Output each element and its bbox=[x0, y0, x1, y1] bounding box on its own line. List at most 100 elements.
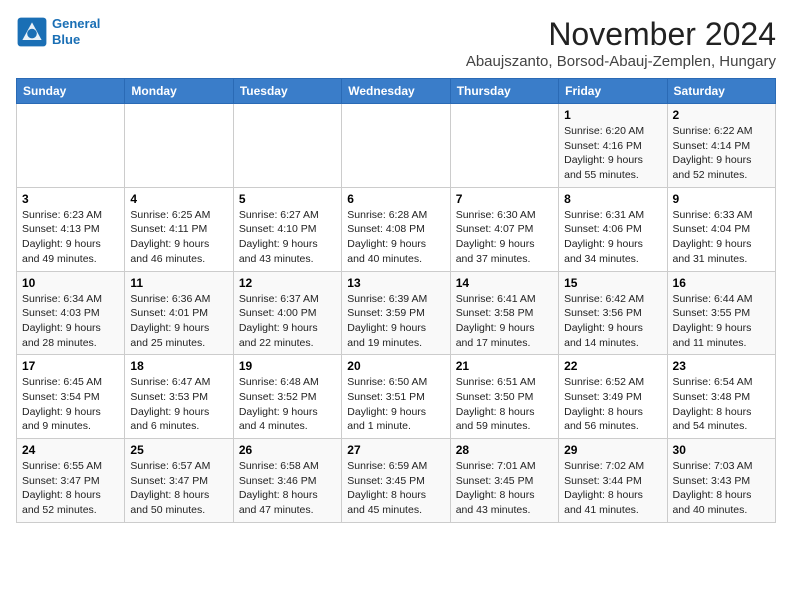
day-info: Sunrise: 6:33 AMSunset: 4:04 PMDaylight:… bbox=[673, 208, 770, 267]
calendar-cell: 26 Sunrise: 6:58 AMSunset: 3:46 PMDayligh… bbox=[233, 439, 341, 523]
day-number: 9 bbox=[673, 192, 770, 206]
day-info: Sunrise: 6:34 AMSunset: 4:03 PMDaylight:… bbox=[22, 292, 119, 351]
calendar-cell: 24 Sunrise: 6:55 AMSunset: 3:47 PMDayligh… bbox=[17, 439, 125, 523]
day-info: Sunrise: 6:50 AMSunset: 3:51 PMDaylight:… bbox=[347, 375, 444, 434]
day-info: Sunrise: 6:20 AMSunset: 4:16 PMDaylight:… bbox=[564, 124, 661, 183]
calendar-cell: 19 Sunrise: 6:48 AMSunset: 3:52 PMDayligh… bbox=[233, 355, 341, 439]
weekday-header-tuesday: Tuesday bbox=[233, 79, 341, 104]
calendar-body: 1Sunrise: 6:20 AMSunset: 4:16 PMDaylight… bbox=[17, 104, 776, 523]
day-number: 10 bbox=[22, 276, 119, 290]
calendar-cell: 9 Sunrise: 6:33 AMSunset: 4:04 PMDaylight… bbox=[667, 187, 775, 271]
day-info: Sunrise: 6:27 AMSunset: 4:10 PMDaylight:… bbox=[239, 208, 336, 267]
day-info: Sunrise: 6:36 AMSunset: 4:01 PMDaylight:… bbox=[130, 292, 227, 351]
logo: General Blue bbox=[16, 16, 100, 48]
day-info: Sunrise: 6:55 AMSunset: 3:47 PMDaylight:… bbox=[22, 459, 119, 518]
calendar-cell: 27 Sunrise: 6:59 AMSunset: 3:45 PMDayligh… bbox=[342, 439, 450, 523]
day-number: 15 bbox=[564, 276, 661, 290]
day-number: 25 bbox=[130, 443, 227, 457]
day-number: 23 bbox=[673, 359, 770, 373]
weekday-header-friday: Friday bbox=[559, 79, 667, 104]
calendar-cell bbox=[450, 104, 558, 188]
day-info: Sunrise: 6:59 AMSunset: 3:45 PMDaylight:… bbox=[347, 459, 444, 518]
calendar-cell: 17 Sunrise: 6:45 AMSunset: 3:54 PMDayligh… bbox=[17, 355, 125, 439]
calendar-cell: 2Sunrise: 6:22 AMSunset: 4:14 PMDaylight… bbox=[667, 104, 775, 188]
day-number: 22 bbox=[564, 359, 661, 373]
calendar-week-2: 3 Sunrise: 6:23 AMSunset: 4:13 PMDaylight… bbox=[17, 187, 776, 271]
calendar-cell: 7 Sunrise: 6:30 AMSunset: 4:07 PMDaylight… bbox=[450, 187, 558, 271]
day-number: 6 bbox=[347, 192, 444, 206]
day-info: Sunrise: 6:45 AMSunset: 3:54 PMDaylight:… bbox=[22, 375, 119, 434]
calendar-cell: 28Sunrise: 7:01 AMSunset: 3:45 PMDayligh… bbox=[450, 439, 558, 523]
day-number: 17 bbox=[22, 359, 119, 373]
day-number: 26 bbox=[239, 443, 336, 457]
calendar-cell: 22 Sunrise: 6:52 AMSunset: 3:49 PMDayligh… bbox=[559, 355, 667, 439]
weekday-header-saturday: Saturday bbox=[667, 79, 775, 104]
day-info: Sunrise: 6:54 AMSunset: 3:48 PMDaylight:… bbox=[673, 375, 770, 434]
calendar-cell: 23 Sunrise: 6:54 AMSunset: 3:48 PMDayligh… bbox=[667, 355, 775, 439]
day-number: 11 bbox=[130, 276, 227, 290]
calendar-week-1: 1Sunrise: 6:20 AMSunset: 4:16 PMDaylight… bbox=[17, 104, 776, 188]
day-info: Sunrise: 6:47 AMSunset: 3:53 PMDaylight:… bbox=[130, 375, 227, 434]
day-number: 8 bbox=[564, 192, 661, 206]
calendar-cell: 1Sunrise: 6:20 AMSunset: 4:16 PMDaylight… bbox=[559, 104, 667, 188]
day-number: 27 bbox=[347, 443, 444, 457]
calendar-cell: 18 Sunrise: 6:47 AMSunset: 3:53 PMDayligh… bbox=[125, 355, 233, 439]
calendar-cell: 12 Sunrise: 6:37 AMSunset: 4:00 PMDayligh… bbox=[233, 271, 341, 355]
day-number: 16 bbox=[673, 276, 770, 290]
calendar-cell bbox=[125, 104, 233, 188]
calendar-cell: 10 Sunrise: 6:34 AMSunset: 4:03 PMDayligh… bbox=[17, 271, 125, 355]
calendar-table: SundayMondayTuesdayWednesdayThursdayFrid… bbox=[16, 78, 776, 523]
day-number: 3 bbox=[22, 192, 119, 206]
calendar-cell: 3 Sunrise: 6:23 AMSunset: 4:13 PMDaylight… bbox=[17, 187, 125, 271]
calendar-cell: 30Sunrise: 7:03 AMSunset: 3:43 PMDayligh… bbox=[667, 439, 775, 523]
day-number: 24 bbox=[22, 443, 119, 457]
day-info: Sunrise: 6:57 AMSunset: 3:47 PMDaylight:… bbox=[130, 459, 227, 518]
title-block: November 2024 Abaujszanto, Borsod-Abauj-… bbox=[466, 16, 776, 70]
day-info: Sunrise: 6:31 AMSunset: 4:06 PMDaylight:… bbox=[564, 208, 661, 267]
calendar-header: SundayMondayTuesdayWednesdayThursdayFrid… bbox=[17, 79, 776, 104]
day-number: 28 bbox=[456, 443, 553, 457]
weekday-header-wednesday: Wednesday bbox=[342, 79, 450, 104]
calendar-cell: 11 Sunrise: 6:36 AMSunset: 4:01 PMDayligh… bbox=[125, 271, 233, 355]
calendar-week-4: 17 Sunrise: 6:45 AMSunset: 3:54 PMDayligh… bbox=[17, 355, 776, 439]
calendar-cell: 14Sunrise: 6:41 AMSunset: 3:58 PMDayligh… bbox=[450, 271, 558, 355]
calendar-cell: 20 Sunrise: 6:50 AMSunset: 3:51 PMDayligh… bbox=[342, 355, 450, 439]
logo-icon bbox=[16, 16, 48, 48]
day-number: 29 bbox=[564, 443, 661, 457]
weekday-header-sunday: Sunday bbox=[17, 79, 125, 104]
day-number: 7 bbox=[456, 192, 553, 206]
page-header: General Blue November 2024 Abaujszanto, … bbox=[16, 16, 776, 70]
day-info: Sunrise: 6:30 AMSunset: 4:07 PMDaylight:… bbox=[456, 208, 553, 267]
page-subtitle: Abaujszanto, Borsod-Abauj-Zemplen, Hunga… bbox=[466, 53, 776, 70]
calendar-cell: 6Sunrise: 6:28 AMSunset: 4:08 PMDaylight… bbox=[342, 187, 450, 271]
day-info: Sunrise: 6:22 AMSunset: 4:14 PMDaylight:… bbox=[673, 124, 770, 183]
day-number: 20 bbox=[347, 359, 444, 373]
calendar-cell: 4 Sunrise: 6:25 AMSunset: 4:11 PMDaylight… bbox=[125, 187, 233, 271]
calendar-cell: 16 Sunrise: 6:44 AMSunset: 3:55 PMDayligh… bbox=[667, 271, 775, 355]
day-info: Sunrise: 6:58 AMSunset: 3:46 PMDaylight:… bbox=[239, 459, 336, 518]
day-info: Sunrise: 6:23 AMSunset: 4:13 PMDaylight:… bbox=[22, 208, 119, 267]
day-info: Sunrise: 6:37 AMSunset: 4:00 PMDaylight:… bbox=[239, 292, 336, 351]
calendar-cell: 5Sunrise: 6:27 AMSunset: 4:10 PMDaylight… bbox=[233, 187, 341, 271]
calendar-cell: 21 Sunrise: 6:51 AMSunset: 3:50 PMDayligh… bbox=[450, 355, 558, 439]
calendar-cell bbox=[17, 104, 125, 188]
day-number: 21 bbox=[456, 359, 553, 373]
day-info: Sunrise: 6:51 AMSunset: 3:50 PMDaylight:… bbox=[456, 375, 553, 434]
day-number: 18 bbox=[130, 359, 227, 373]
day-info: Sunrise: 6:52 AMSunset: 3:49 PMDaylight:… bbox=[564, 375, 661, 434]
day-info: Sunrise: 6:42 AMSunset: 3:56 PMDaylight:… bbox=[564, 292, 661, 351]
logo-line2: Blue bbox=[52, 32, 100, 48]
calendar-week-3: 10 Sunrise: 6:34 AMSunset: 4:03 PMDayligh… bbox=[17, 271, 776, 355]
calendar-cell bbox=[342, 104, 450, 188]
weekday-header-monday: Monday bbox=[125, 79, 233, 104]
weekday-header-row: SundayMondayTuesdayWednesdayThursdayFrid… bbox=[17, 79, 776, 104]
day-number: 19 bbox=[239, 359, 336, 373]
day-info: Sunrise: 6:48 AMSunset: 3:52 PMDaylight:… bbox=[239, 375, 336, 434]
day-info: Sunrise: 6:25 AMSunset: 4:11 PMDaylight:… bbox=[130, 208, 227, 267]
calendar-cell bbox=[233, 104, 341, 188]
day-number: 4 bbox=[130, 192, 227, 206]
day-number: 12 bbox=[239, 276, 336, 290]
logo-line1: General bbox=[52, 16, 100, 32]
day-info: Sunrise: 6:44 AMSunset: 3:55 PMDaylight:… bbox=[673, 292, 770, 351]
day-number: 13 bbox=[347, 276, 444, 290]
